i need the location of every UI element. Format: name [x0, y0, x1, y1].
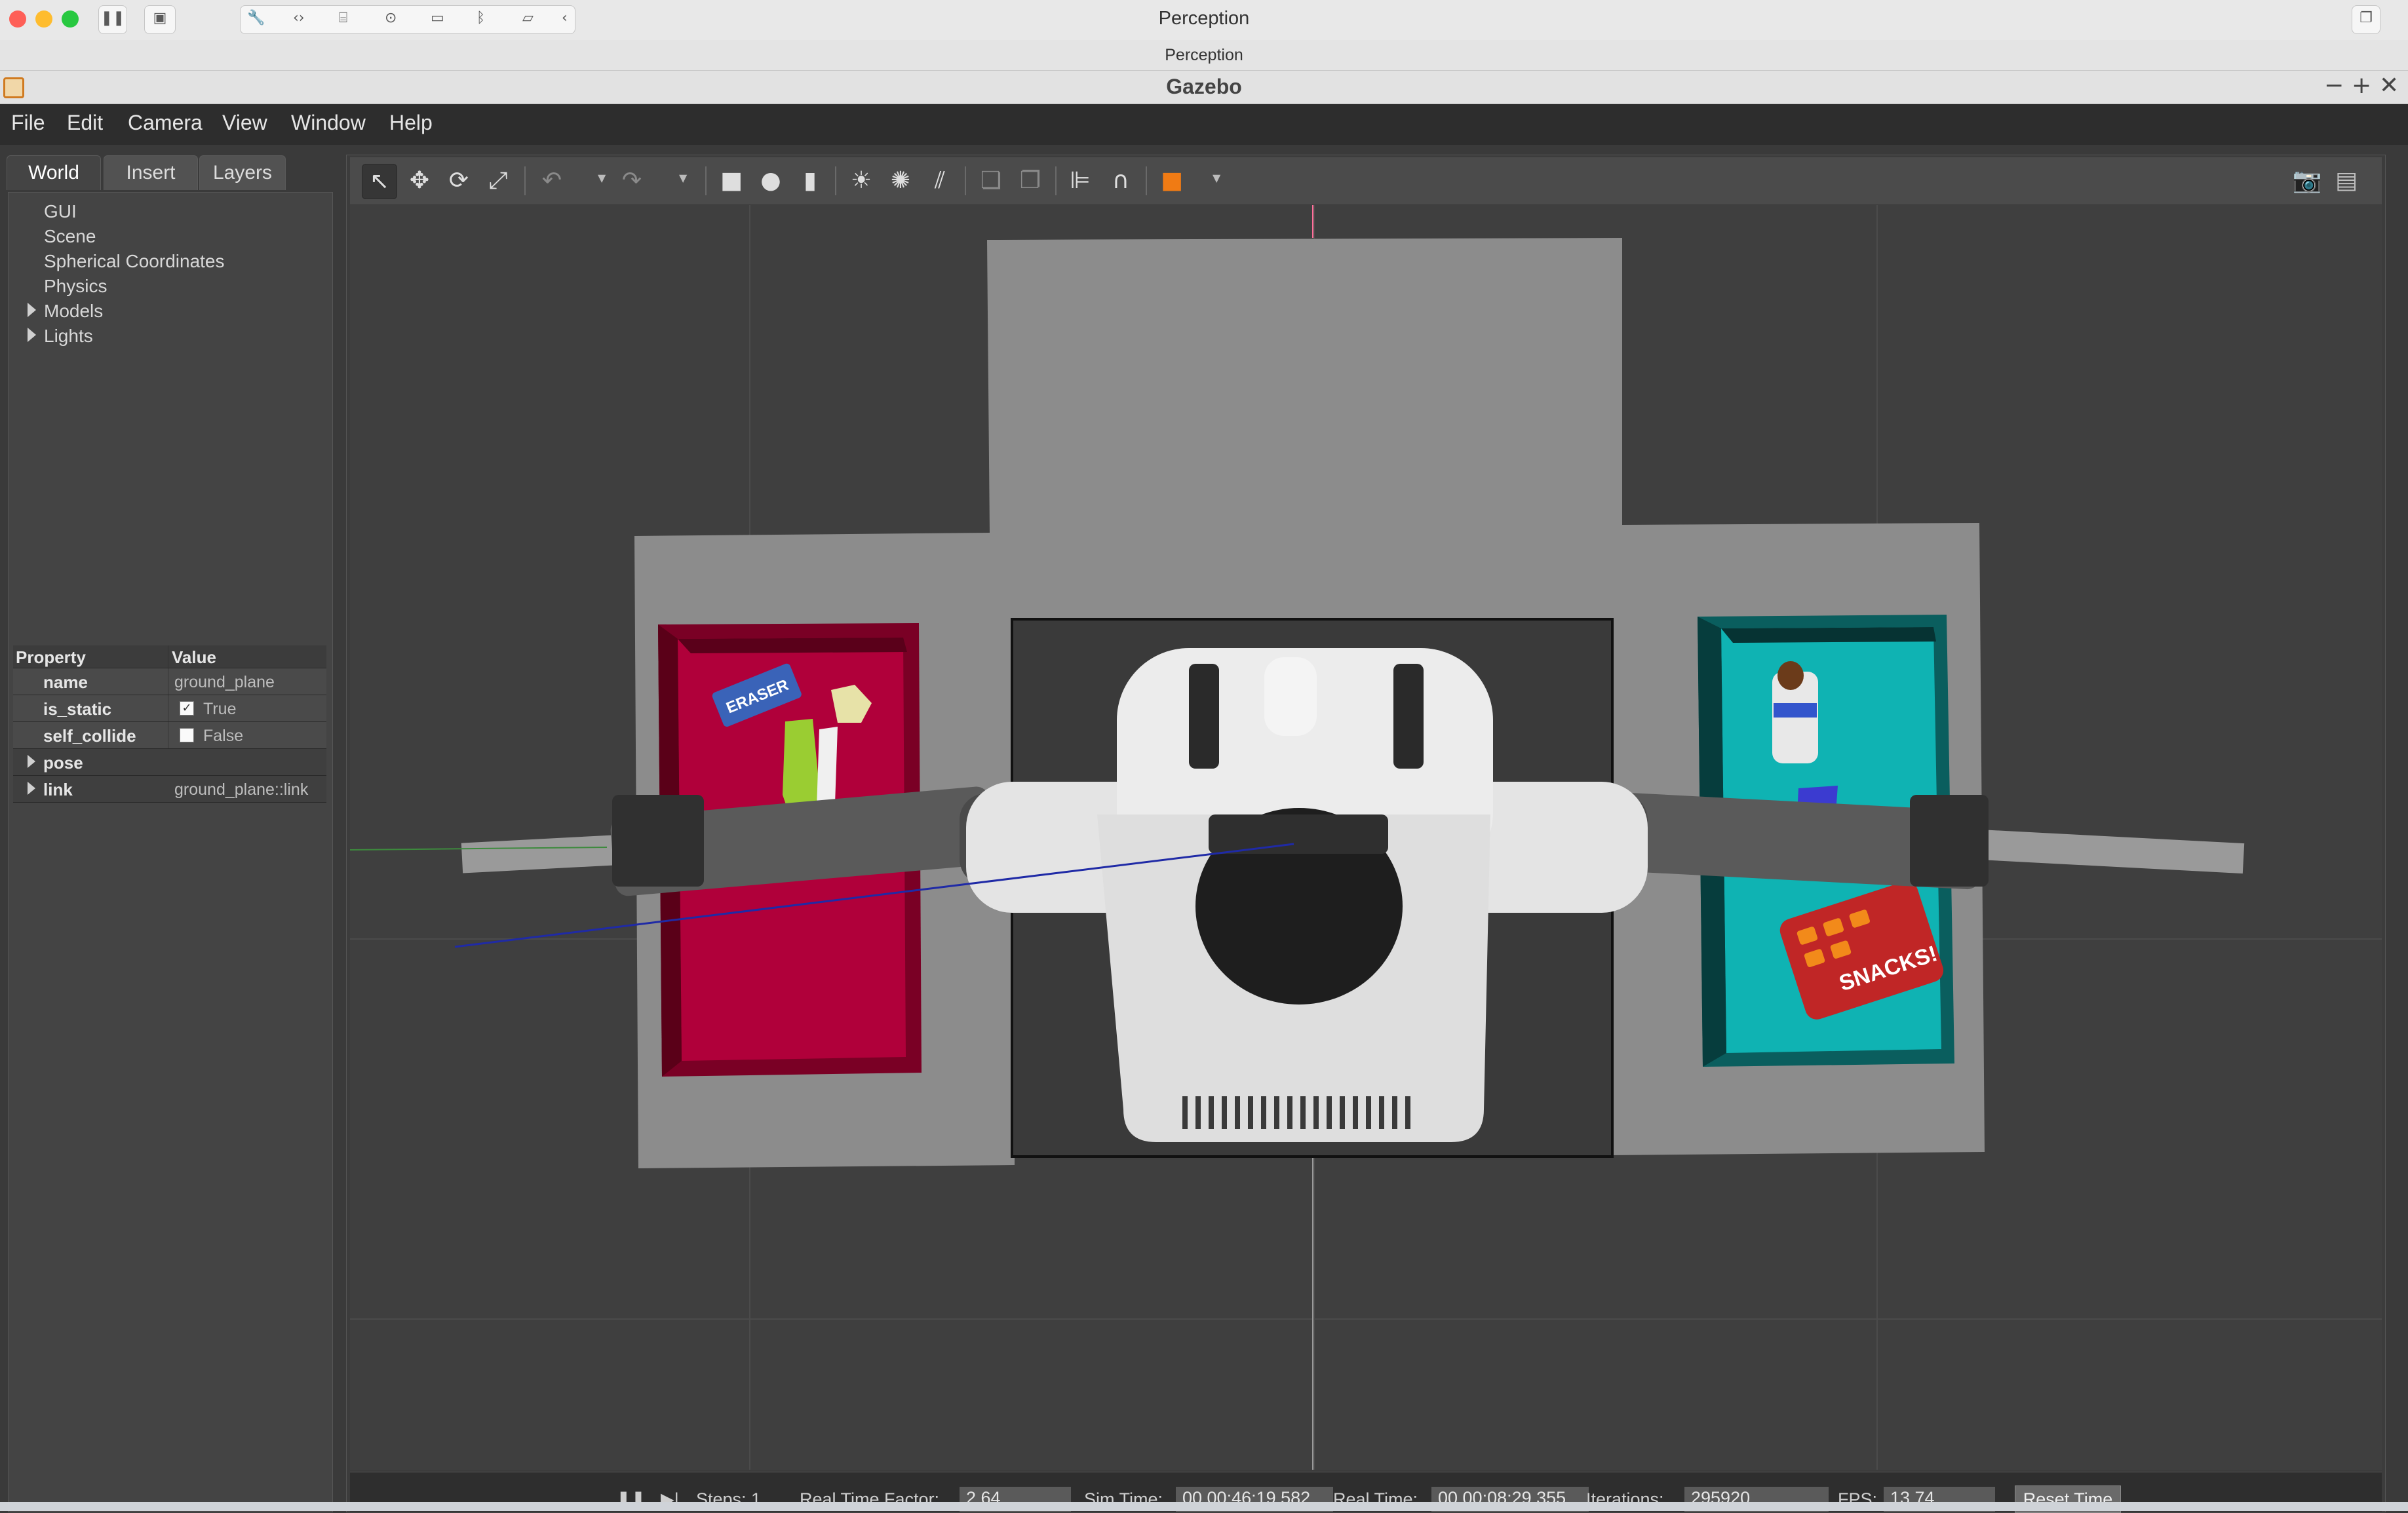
sphere-icon[interactable]: ● — [754, 164, 788, 198]
snap-icon[interactable]: ∩ — [1104, 164, 1138, 198]
directional-light-icon[interactable]: ⫽ — [923, 164, 957, 198]
spot-light-icon[interactable]: ✺ — [884, 164, 918, 198]
shape-dropdown-icon[interactable]: ▼ — [1213, 172, 1220, 184]
tree-item-lights[interactable]: Lights — [44, 326, 93, 347]
brown-bottle — [1777, 661, 1804, 690]
fullscreen-button[interactable]: ❐ — [2352, 5, 2380, 34]
property-value: True — [203, 700, 237, 718]
align-icon[interactable]: ⊫ — [1063, 164, 1097, 198]
3d-viewport[interactable]: ERASER SNACKS! — [350, 205, 2382, 1470]
log-icon[interactable]: ▤ — [2329, 164, 2363, 198]
scale-icon[interactable]: ⤢ — [481, 164, 515, 198]
tree-item-spherical-coordinates[interactable]: Spherical Coordinates — [44, 251, 225, 272]
property-row-pose[interactable]: pose — [13, 749, 326, 776]
restore-icon: ❐ — [2359, 10, 2373, 26]
self-collide-checkbox[interactable] — [180, 728, 194, 742]
redo-icon[interactable]: ↷ — [615, 164, 649, 198]
minimize-icon[interactable]: − — [2324, 72, 2344, 99]
property-value: False — [203, 727, 244, 745]
expand-arrow-icon[interactable] — [28, 755, 35, 768]
mac-tab-title: Perception — [1165, 46, 1243, 64]
value-column-header: Value — [172, 647, 216, 667]
paste-icon[interactable]: ❐ — [1013, 164, 1047, 198]
menu-bar: File Edit Camera View Window Help — [0, 104, 2408, 145]
menu-camera[interactable]: Camera — [128, 111, 203, 135]
close-icon[interactable]: ✕ — [2379, 72, 2399, 99]
tree-item-models[interactable]: Models — [44, 301, 103, 322]
tab-insert[interactable]: Insert — [104, 155, 198, 190]
expand-arrow-icon[interactable] — [28, 328, 36, 342]
left-panel: World Insert Layers GUI Scene Spherical … — [0, 145, 341, 1512]
color-shape-icon[interactable]: ■ — [1155, 164, 1189, 198]
undo-dropdown-icon[interactable]: ▼ — [598, 172, 606, 184]
redo-dropdown-icon[interactable]: ▼ — [679, 172, 687, 184]
property-table: Property Value name ground_plane is_stat… — [13, 645, 326, 803]
property-row-self-collide[interactable]: self_collide False — [13, 722, 326, 749]
world-tree — [8, 192, 333, 1512]
cylinder-icon[interactable]: ▮ — [793, 164, 827, 198]
gazebo-titlebar: Gazebo − + ✕ — [0, 71, 2408, 104]
property-column-header: Property — [16, 647, 86, 667]
menu-help[interactable]: Help — [389, 111, 433, 135]
property-value[interactable]: ground_plane — [174, 673, 275, 692]
property-row-link[interactable]: link ground_plane::link — [13, 776, 326, 803]
mac-tab-bar: Perception — [0, 40, 2408, 71]
copy-icon[interactable]: ❏ — [974, 164, 1008, 198]
is-static-checkbox[interactable]: ✓ — [180, 701, 194, 716]
expand-arrow-icon[interactable] — [28, 782, 35, 795]
property-row-is-static[interactable]: is_static ✓ True — [13, 695, 326, 722]
tree-item-physics[interactable]: Physics — [44, 276, 107, 297]
tab-world[interactable]: World — [7, 155, 101, 190]
mac-window-title: Perception — [1158, 8, 1250, 29]
tree-item-scene[interactable]: Scene — [44, 226, 96, 247]
select-arrow-icon[interactable]: ↖ — [362, 164, 397, 199]
menu-view[interactable]: View — [222, 111, 267, 135]
property-value[interactable]: ground_plane::link — [174, 780, 308, 799]
menu-edit[interactable]: Edit — [67, 111, 103, 135]
expand-arrow-icon[interactable] — [28, 303, 36, 317]
gazebo-window-title: Gazebo — [1166, 75, 1242, 98]
property-label: is_static — [43, 699, 112, 719]
viewport-toolbar: ↖ ✥ ⟳ ⤢ ↶ ▼ ↷ ▼ ■ ● ▮ ☀ ✺ ⫽ ❏ ❐ ⊫ ∩ ■ ▼ … — [350, 157, 2382, 205]
point-light-icon[interactable]: ☀ — [844, 164, 878, 198]
undo-icon[interactable]: ↶ — [535, 164, 569, 198]
white-object — [817, 727, 838, 808]
property-table-header: Property Value — [13, 645, 326, 668]
box-icon[interactable]: ■ — [714, 164, 748, 198]
screenshot-icon[interactable]: 📷 — [2290, 164, 2324, 198]
property-label: link — [43, 780, 73, 799]
translate-icon[interactable]: ✥ — [402, 164, 437, 198]
menu-window[interactable]: Window — [291, 111, 366, 135]
property-label: self_collide — [43, 726, 136, 746]
menu-file[interactable]: File — [11, 111, 45, 135]
maximize-icon[interactable]: + — [2352, 72, 2371, 99]
property-label: name — [43, 672, 88, 692]
property-label: pose — [43, 753, 83, 773]
tab-layers[interactable]: Layers — [199, 155, 286, 190]
dock-strip — [0, 1502, 2408, 1511]
mac-titlebar: ❚❚ ▣ 🔧 ‹› ⌸ ⊙ ▭ ᛒ ▱ ‹ Perception ❐ — [0, 0, 2408, 41]
tree-item-gui[interactable]: GUI — [44, 201, 77, 222]
rotate-icon[interactable]: ⟳ — [442, 164, 476, 198]
property-row-name[interactable]: name ground_plane — [13, 668, 326, 695]
